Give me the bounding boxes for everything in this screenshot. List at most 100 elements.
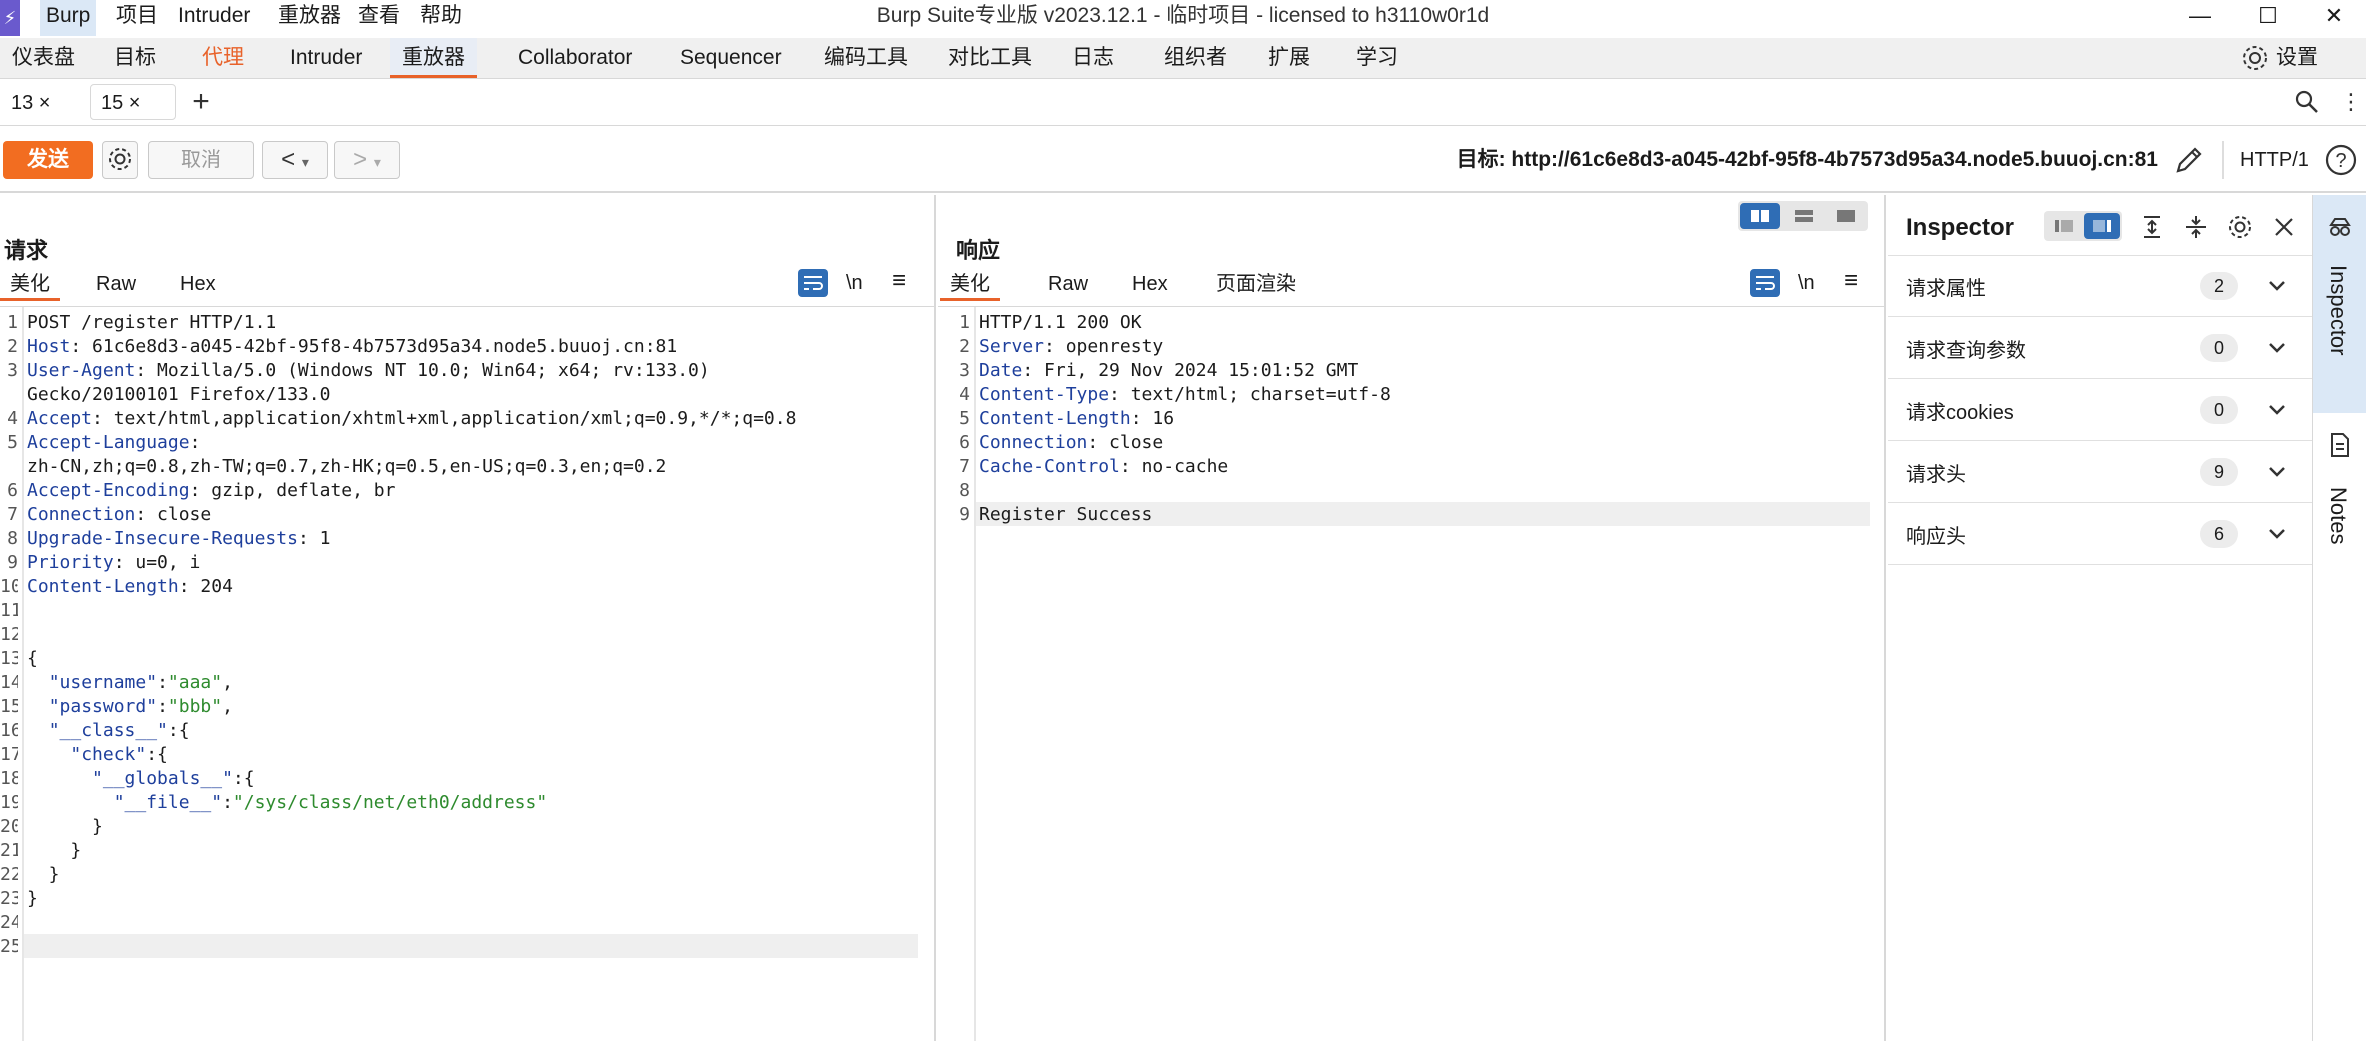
- response-view-hex[interactable]: Hex: [1122, 267, 1178, 301]
- help-icon[interactable]: ?: [2324, 143, 2358, 183]
- show-newlines-toggle[interactable]: \n: [1798, 269, 1815, 297]
- back-dropdown-icon[interactable]: ▾: [302, 154, 309, 170]
- chevron-down-icon[interactable]: [2264, 396, 2290, 430]
- code-line: Host: 61c6e8d3-a045-42bf-95f8-4b7573d95a…: [27, 335, 927, 359]
- tab-dashboard[interactable]: 仪表盘: [0, 38, 87, 78]
- forward-button[interactable]: > ▾: [334, 141, 400, 179]
- chevron-down-icon[interactable]: [2264, 458, 2290, 492]
- settings-label: 设置: [2276, 46, 2318, 69]
- inspector-row-query-params[interactable]: 请求查询参数 0: [1888, 318, 2312, 379]
- http-version-toggle[interactable]: HTTP/1: [2240, 143, 2309, 177]
- menu-help[interactable]: 帮助: [414, 0, 468, 36]
- response-menu-icon[interactable]: ≡: [1844, 267, 1858, 295]
- layout-tabs-icon[interactable]: [1826, 203, 1866, 229]
- close-window-icon[interactable]: ✕: [2304, 0, 2364, 36]
- request-view-raw[interactable]: Raw: [86, 267, 146, 301]
- code-line: "password":"bbb",: [27, 695, 927, 719]
- json-punct: :: [157, 672, 168, 693]
- line-number: 21: [0, 840, 18, 861]
- code-line: Priority: u=0, i: [27, 551, 927, 575]
- inspector-settings-gear-icon[interactable]: [2226, 213, 2254, 247]
- menu-project[interactable]: 项目: [110, 0, 164, 36]
- tab-target[interactable]: 目标: [102, 38, 168, 78]
- request-view-hex[interactable]: Hex: [170, 267, 226, 301]
- response-editor[interactable]: HTTP/1.1 200 OK Server: openresty Date: Fr…: [979, 311, 1869, 527]
- tab-organizer[interactable]: 组织者: [1152, 38, 1239, 78]
- collapse-all-icon[interactable]: [2182, 213, 2210, 247]
- line-text: : 1: [297, 528, 331, 549]
- response-view-render[interactable]: 页面渲染: [1206, 267, 1306, 301]
- tab-learn[interactable]: 学习: [1344, 38, 1410, 78]
- forward-dropdown-icon[interactable]: ▾: [374, 154, 381, 170]
- inspector-row-response-headers[interactable]: 响应头 6: [1888, 504, 2312, 565]
- layout-stacked-icon[interactable]: [1784, 203, 1824, 229]
- menu-intruder[interactable]: Intruder: [172, 0, 256, 36]
- code-line: Content-Length: 204: [27, 575, 927, 599]
- add-tab-icon[interactable]: +: [186, 84, 216, 120]
- menu-burp[interactable]: Burp: [40, 0, 97, 36]
- tab-repeater[interactable]: 重放器: [390, 38, 477, 78]
- tab-comparer[interactable]: 对比工具: [936, 38, 1044, 78]
- close-inspector-icon[interactable]: [2270, 213, 2298, 247]
- code-line: Date: Fri, 29 Nov 2024 15:01:52 GMT: [979, 359, 1869, 383]
- tab-intruder[interactable]: Intruder: [278, 38, 374, 78]
- burp-logo-icon: ⚡: [0, 0, 20, 36]
- response-view-pretty[interactable]: 美化: [940, 267, 1000, 301]
- code-line: }: [27, 839, 927, 863]
- inspector-layout-left-icon[interactable]: [2046, 213, 2082, 239]
- cancel-button[interactable]: 取消: [148, 141, 254, 179]
- chevron-down-icon[interactable]: [2264, 520, 2290, 554]
- edit-target-pencil-icon[interactable]: [2172, 143, 2206, 183]
- divider: [0, 306, 936, 307]
- request-editor[interactable]: POST /register HTTP/1.1 Host: 61c6e8d3-a0…: [27, 311, 927, 959]
- json-punct: ,: [222, 696, 233, 717]
- menu-repeater[interactable]: 重放器: [272, 0, 347, 36]
- code-line: [27, 911, 927, 935]
- more-options-icon[interactable]: ⋮: [2340, 88, 2362, 116]
- code-line: "__class__":{: [27, 719, 927, 743]
- back-button[interactable]: < ▾: [262, 141, 328, 179]
- line-text: HTTP/1.1 200 OK: [979, 312, 1142, 333]
- inspector-row-request-headers[interactable]: 请求头 9: [1888, 442, 2312, 503]
- rail-tab-notes[interactable]: Notes: [2313, 431, 2366, 571]
- request-settings-button[interactable]: [102, 141, 138, 179]
- repeater-tab-15[interactable]: 15 ×: [90, 84, 176, 120]
- tab-logger[interactable]: 日志: [1060, 38, 1126, 78]
- tab-sequencer[interactable]: Sequencer: [668, 38, 794, 78]
- inspector-row-request-attributes[interactable]: 请求属性 2: [1888, 256, 2312, 317]
- search-icon[interactable]: [2292, 88, 2320, 122]
- json-punct: :{: [167, 720, 190, 741]
- tab-extensions[interactable]: 扩展: [1256, 38, 1322, 78]
- send-button[interactable]: 发送: [3, 141, 93, 179]
- line-number: 19: [0, 792, 18, 813]
- expand-all-icon[interactable]: [2138, 213, 2166, 247]
- tab-decoder[interactable]: 编码工具: [812, 38, 920, 78]
- maximize-icon[interactable]: ☐: [2238, 0, 2298, 36]
- request-view-pretty[interactable]: 美化: [0, 267, 60, 301]
- repeater-tab-13[interactable]: 13 ×: [0, 84, 72, 120]
- rail-tab-inspector[interactable]: Inspector: [2313, 195, 2366, 413]
- inspector-layout-right-icon[interactable]: [2084, 213, 2120, 239]
- show-newlines-toggle[interactable]: \n: [846, 269, 863, 297]
- inspector-row-cookies[interactable]: 请求cookies 0: [1888, 380, 2312, 441]
- line-text: [27, 600, 38, 621]
- layout-side-by-side-icon[interactable]: [1740, 203, 1780, 229]
- settings-button[interactable]: 设置: [2243, 38, 2318, 78]
- chevron-down-icon[interactable]: [2264, 272, 2290, 306]
- wrap-lines-icon[interactable]: [798, 269, 828, 297]
- wrap-lines-icon[interactable]: [1750, 269, 1780, 297]
- tab-proxy[interactable]: 代理: [190, 38, 256, 78]
- tab-collaborator[interactable]: Collaborator: [506, 38, 644, 78]
- menu-view[interactable]: 查看: [352, 0, 406, 36]
- minimize-icon[interactable]: —: [2170, 0, 2230, 36]
- line-number: [0, 455, 18, 479]
- line-number: 8: [7, 528, 18, 549]
- inspector-row-count: 2: [2200, 272, 2238, 300]
- chevron-down-icon[interactable]: [2264, 334, 2290, 368]
- response-view-raw[interactable]: Raw: [1038, 267, 1098, 301]
- inspector-row-count: 0: [2200, 396, 2238, 424]
- inspector-row-label: 请求属性: [1906, 278, 1986, 300]
- request-menu-icon[interactable]: ≡: [892, 267, 906, 295]
- json-key: "username": [48, 672, 158, 693]
